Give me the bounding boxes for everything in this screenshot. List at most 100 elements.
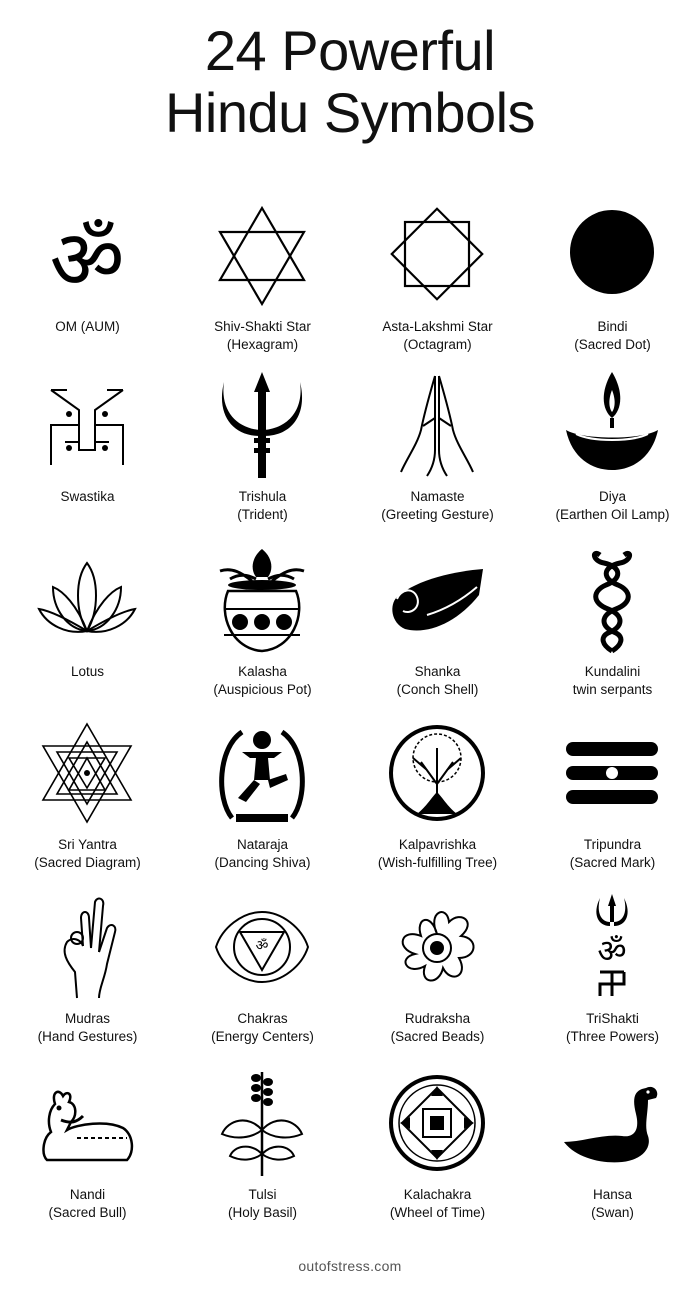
symbol-subtitle: (Dancing Shiva) [214,855,311,870]
symbol-label: OM (AUM) [0,318,175,336]
svg-text:ॐ: ॐ [597,932,626,970]
symbol-name: Kalpavrishka [398,837,477,852]
symbol-name: Shiv-Shakti Star [214,319,311,334]
title-line-2: Hindu Symbols [164,81,536,144]
bindi-dot-icon [562,200,662,310]
symbol-label: Tulsi (Holy Basil) [175,1186,350,1222]
symbol-name: Bindi [597,319,628,334]
symbol-label: Trishula (Trident) [175,488,350,524]
footer-credit: outofstress.com [298,1258,402,1274]
symbol-name: Rudraksha [404,1011,471,1026]
hexagram-star-icon [212,200,312,310]
title-line-1: 24 Powerful [204,19,496,82]
symbol-subtitle: (Trident) [237,507,288,522]
symbol-label: Sri Yantra (Sacred Diagram) [0,836,175,872]
mudra-hand-icon [37,892,137,1002]
symbol-subtitle: (Greeting Gesture) [381,507,494,522]
symbol-label: Shanka (Conch Shell) [350,663,525,699]
symbol-label: Bindi (Sacred Dot) [525,318,700,354]
symbol-subtitle: (Sacred Dot) [574,337,651,352]
symbol-label: Kalachakra (Wheel of Time) [350,1186,525,1222]
symbol-label: Lotus [0,663,175,681]
symbol-name: Nataraja [236,837,289,852]
octagram-star-icon [387,200,487,310]
symbol-subtitle: (Holy Basil) [227,1205,297,1220]
symbol-label: Kundalini twin serpants [525,663,700,699]
symbol-name: Hansa [592,1187,633,1202]
trishakti-icon: ॐ [562,892,662,1002]
nataraja-icon [212,718,312,828]
symbol-label: Asta-Lakshmi Star (Octagram) [350,318,525,354]
symbol-subtitle: (Sacred Bull) [48,1205,127,1220]
nandi-bull-icon [37,1068,137,1178]
tripundra-mark-icon [562,718,662,828]
symbol-subtitle: (Sacred Mark) [569,855,656,870]
symbol-label: Mudras (Hand Gestures) [0,1010,175,1046]
hansa-swan-icon [562,1068,662,1178]
kalpavriksha-tree-icon [387,718,487,828]
symbol-label: Diya (Earthen Oil Lamp) [525,488,700,524]
symbol-subtitle: (Wheel of Time) [389,1205,486,1220]
swastika-icon [37,370,137,480]
symbol-name: Chakras [237,1011,288,1026]
om-icon: ॐ [37,200,137,310]
symbol-label: Chakras (Energy Centers) [175,1010,350,1046]
sri-yantra-icon [37,718,137,828]
kalachakra-wheel-icon [387,1068,487,1178]
diya-lamp-icon [562,370,662,480]
symbol-name: Trishula [238,489,287,504]
rudraksha-bead-icon [387,892,487,1002]
symbol-subtitle: (Three Powers) [565,1029,660,1044]
symbol-subtitle: (Conch Shell) [396,682,479,697]
symbol-name: Shanka [414,664,461,679]
symbol-name: Tulsi [248,1187,277,1202]
chakra-icon: ॐ [212,892,312,1002]
symbol-name: Nandi [69,1187,106,1202]
symbol-label: Rudraksha (Sacred Beads) [350,1010,525,1046]
symbol-label: Kalasha (Auspicious Pot) [175,663,350,699]
kalasha-pot-icon [212,545,312,655]
symbol-label: Nataraja (Dancing Shiva) [175,836,350,872]
symbol-name: Mudras [64,1011,110,1026]
page-title: 24 Powerful Hindu Symbols [0,20,700,144]
symbol-label: TriShakti (Three Powers) [525,1010,700,1046]
svg-text:ॐ: ॐ [256,938,269,954]
symbol-label: Nandi (Sacred Bull) [0,1186,175,1222]
symbol-name: Namaste [410,489,465,504]
symbol-name: Tripundra [583,837,642,852]
symbol-subtitle: (Sacred Diagram) [34,855,141,870]
shanka-conch-icon [387,545,487,655]
symbol-subtitle: (Octagram) [403,337,472,352]
symbol-name: Lotus [70,664,105,679]
symbol-label: Tripundra (Sacred Mark) [525,836,700,872]
svg-text:ॐ: ॐ [50,213,125,308]
tulsi-basil-icon [212,1068,312,1178]
symbol-name: Kundalini [584,664,641,679]
symbol-subtitle: (Auspicious Pot) [213,682,312,697]
symbol-subtitle: (Hand Gestures) [37,1029,138,1044]
symbol-name: Asta-Lakshmi Star [382,319,493,334]
symbol-name: Swastika [60,489,115,504]
symbol-subtitle: (Earthen Oil Lamp) [555,507,670,522]
symbol-name: Sri Yantra [58,837,117,852]
lotus-icon [37,545,137,655]
symbol-name: TriShakti [586,1011,639,1026]
symbol-label: Swastika [0,488,175,506]
symbol-label: Hansa (Swan) [525,1186,700,1222]
symbol-subtitle: (Wish-fulfilling Tree) [377,855,498,870]
symbol-name: Kalachakra [403,1187,472,1202]
symbol-name: Diya [598,489,626,504]
symbol-subtitle: (Sacred Beads) [390,1029,485,1044]
symbol-label: Shiv-Shakti Star (Hexagram) [175,318,350,354]
kundalini-serpents-icon [562,545,662,655]
namaste-hands-icon [387,370,487,480]
symbol-name: Kalasha [238,664,287,679]
symbol-name: OM (AUM) [55,319,120,334]
trishula-trident-icon [212,370,312,480]
symbol-subtitle: (Hexagram) [226,337,299,352]
symbol-subtitle: twin serpants [572,682,653,697]
symbol-label: Kalpavrishka (Wish-fulfilling Tree) [350,836,525,872]
symbol-subtitle: (Swan) [591,1205,634,1220]
symbol-subtitle: (Energy Centers) [211,1029,314,1044]
symbol-label: Namaste (Greeting Gesture) [350,488,525,524]
